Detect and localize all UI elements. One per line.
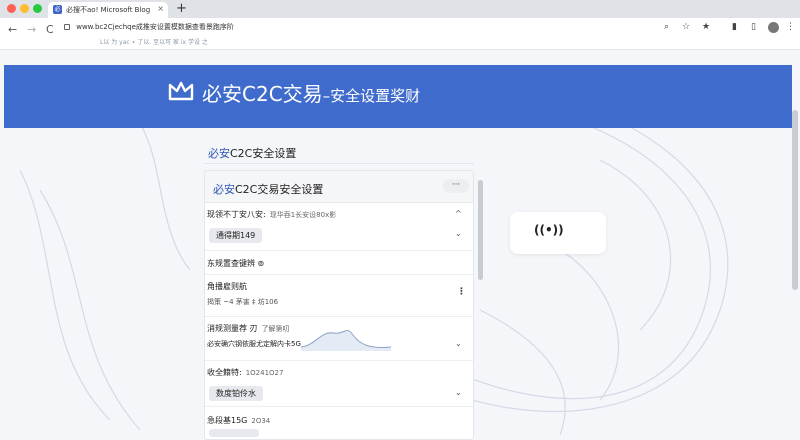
minimize-window-button[interactable]: [20, 4, 29, 13]
extensions-icon[interactable]: ▯: [751, 22, 756, 32]
forward-button[interactable]: →: [27, 23, 36, 36]
contactless-card[interactable]: ((•)): [510, 212, 606, 254]
settings-panel: 必安C2C交易安全设置 ··· 现领不丁安八安: 现华吞1长安设80x影 ^ 通得…: [204, 170, 474, 440]
chevron-down-icon[interactable]: ⌄: [455, 229, 462, 238]
setting-label: 急段基15G 2O34: [207, 415, 270, 426]
address-url: www.bc2Cjechqe成推安设置模数据查看景跑序阶: [76, 23, 234, 31]
setting-row[interactable]: 东规置查键辨 ⊚: [205, 251, 473, 275]
page-content: 必安C2C交易–安全设置奖财 必安C2C安全设置 必安C2C交易安全设置 ···…: [0, 50, 800, 440]
setting-label: 消规测量荐 刃了解第叨: [207, 323, 290, 334]
reload-button[interactable]: C: [46, 23, 54, 36]
page-scrollbar[interactable]: [792, 110, 798, 290]
header-banner: 必安C2C交易–安全设置奖财: [4, 65, 792, 128]
setting-hint: 了解第叨: [261, 325, 290, 333]
browser-tab[interactable]: 必 必搜不ao! Microsoft Blog ×: [48, 2, 168, 18]
profile-avatar[interactable]: [768, 22, 779, 33]
setting-label: 东规置查键辨 ⊚: [207, 258, 264, 269]
close-window-button[interactable]: [7, 4, 16, 13]
setting-row[interactable]: 急段基15G 2O34: [205, 407, 473, 439]
setting-value[interactable]: 数度铂伶水: [209, 386, 263, 401]
setting-value[interactable]: 通得期149: [209, 228, 263, 243]
page-title-rest: C2C安全设置: [230, 147, 297, 160]
chevron-down-icon[interactable]: ⌄: [455, 339, 462, 348]
setting-label-text: 急段基15G: [207, 416, 248, 425]
setting-hint: 现华吞1长安设80x影: [269, 211, 337, 219]
panel-title-highlight: 必安: [213, 183, 235, 196]
setting-hint: 1O241O27: [245, 369, 284, 377]
banner-title: 必安C2C交易–安全设置奖财: [202, 78, 420, 107]
row-menu-icon[interactable]: ⋮: [457, 287, 466, 297]
tab-title: 必搜不ao! Microsoft Blog: [66, 6, 151, 14]
panel-title-rest: C2C交易安全设置: [235, 183, 324, 196]
setting-label-text: 东规置查键辨: [207, 259, 255, 268]
setting-label-text: 现领不丁安八安:: [207, 210, 266, 219]
address-subtext: L以 为 yac ∙ 了以. 至以可 家 ix 学设 之: [100, 39, 208, 46]
panel-title: 必安C2C交易安全设置: [213, 181, 323, 197]
setting-row[interactable]: 消规测量荐 刃了解第叨 必安确穴钢依服尤定解内卡5G ⌄: [205, 317, 473, 361]
more-options-button[interactable]: ···: [443, 179, 469, 193]
info-icon: ⊚: [257, 259, 265, 268]
panel-scrollbar[interactable]: [478, 180, 483, 280]
tab-close-icon[interactable]: ×: [157, 4, 164, 13]
setting-label: 角播雇则航: [207, 282, 247, 291]
browser-tabbar: 必 必搜不ao! Microsoft Blog × +: [0, 0, 800, 18]
maximize-window-button[interactable]: [33, 4, 42, 13]
setting-row[interactable]: 收全籍特: 1O241O27 数度铂伶水 ⌄: [205, 361, 473, 407]
setting-value[interactable]: 必安确穴钢依服尤定解内卡5G: [207, 339, 301, 349]
reading-list-icon[interactable]: ▮: [732, 22, 737, 32]
bookmark-star-icon[interactable]: ☆: [682, 22, 690, 32]
setting-label-text: 消规测量荐 刃: [207, 324, 258, 333]
setting-hint: 揭策 ~4 茅害 ‡ 坊106: [207, 298, 279, 306]
browser-menu-icon[interactable]: ⋮: [786, 22, 795, 32]
banner-subtitle: –安全设置奖财: [322, 87, 421, 105]
browser-toolbar: ← → C www.bc2Cjechqe成推安设置模数据查看景跑序阶 L以 为 …: [0, 18, 800, 50]
wireless-signal-icon: ((•)): [534, 223, 564, 237]
setting-row[interactable]: 角播雇则航 揭策 ~4 茅害 ‡ 坊106 ⋮: [205, 275, 473, 317]
banner-title-main: 必安C2C交易: [202, 82, 323, 106]
settings-card: 必安C2C安全设置 必安C2C交易安全设置 ··· 现领不丁安八安: 现华吞1长安…: [204, 138, 490, 440]
tab-favicon-icon: 必: [53, 5, 62, 14]
setting-row[interactable]: 现领不丁安八安: 现华吞1长安设80x影 ^ 通得期149 ⌄: [205, 203, 473, 251]
page-title-highlight: 必安: [208, 147, 230, 160]
back-button[interactable]: ←: [8, 23, 17, 36]
setting-label: 收全籍特: 1O241O27: [207, 367, 283, 378]
setting-label: 现领不丁安八安: 现华吞1长安设80x影: [207, 209, 336, 220]
chevron-down-icon[interactable]: ⌄: [455, 388, 462, 397]
address-bar[interactable]: www.bc2Cjechqe成推安设置模数据查看景跑序阶: [64, 22, 660, 35]
chevron-up-icon[interactable]: ^: [455, 209, 462, 218]
new-tab-button[interactable]: +: [176, 1, 187, 16]
brand-logo-icon: [168, 81, 194, 101]
search-icon[interactable]: ⌕: [664, 22, 669, 32]
setting-label-text: 收全籍特:: [207, 368, 242, 377]
bookmarks-icon[interactable]: ★: [702, 22, 710, 32]
page-title: 必安C2C安全设置: [204, 138, 474, 164]
lock-icon: [64, 24, 70, 30]
panel-header: 必安C2C交易安全设置 ···: [205, 171, 473, 203]
activity-sparkline-decoration: [301, 330, 391, 351]
setting-hint: 2O34: [251, 417, 271, 425]
setting-value-placeholder[interactable]: [209, 429, 259, 437]
